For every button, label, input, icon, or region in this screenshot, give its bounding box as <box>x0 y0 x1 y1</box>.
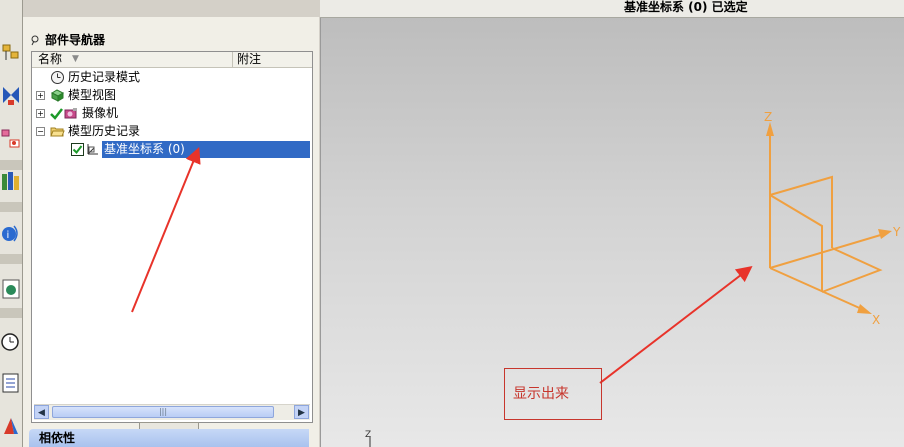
y-axis-label: Y <box>892 225 901 239</box>
scroll-right-icon[interactable]: ▶ <box>294 405 309 419</box>
datum-csys-icon <box>87 144 98 155</box>
dependencies-panel-header[interactable]: 相依性 <box>29 429 309 447</box>
part-navigator-icon[interactable] <box>1 126 21 152</box>
toolbar-separator <box>0 202 22 212</box>
history-clock-icon[interactable] <box>1 328 21 354</box>
roles-icon[interactable] <box>1 412 21 438</box>
folder-open-icon <box>50 127 65 137</box>
checkbox-checked-icon[interactable] <box>70 142 85 157</box>
status-text: 基准坐标系 (0) 已选定 <box>624 0 748 14</box>
horizontal-scrollbar[interactable]: ◀ ||| ▶ <box>34 404 310 420</box>
triad-z-label: Z <box>365 430 371 440</box>
svg-text:i: i <box>7 230 10 241</box>
navigator-header: 部件导航器 <box>29 31 105 48</box>
tree-item-label: 模型历史记录 <box>68 124 141 138</box>
scroll-thumb[interactable]: ||| <box>52 406 274 418</box>
tree-item-label: 基准坐标系 (0) <box>104 142 185 156</box>
toolbar-separator <box>0 308 22 318</box>
column-divider[interactable] <box>232 52 233 67</box>
sort-arrow-icon[interactable]: ▼ <box>72 52 79 67</box>
navigator-tree[interactable]: 名称 ▼ 附注 历史记录模式 + 模型视图 + 摄像机 − 模型历史记录 基准坐… <box>31 51 313 423</box>
graphics-viewport[interactable] <box>320 18 904 447</box>
resource-toolbar: i <box>0 0 23 447</box>
toolbar-separator <box>0 254 22 264</box>
column-headers: 名称 ▼ 附注 <box>32 52 312 68</box>
collapse-icon[interactable]: − <box>36 127 45 136</box>
z-axis-label: Z <box>764 110 772 124</box>
expand-icon[interactable]: + <box>36 91 45 100</box>
tree-item-label: 模型视图 <box>68 88 117 102</box>
camera-icon <box>64 108 77 119</box>
column-header-name[interactable]: 名称 <box>38 52 62 67</box>
scroll-left-icon[interactable]: ◀ <box>34 405 49 419</box>
web-browser-icon[interactable]: i <box>1 220 21 246</box>
model-views-icon <box>50 89 65 102</box>
checkmark-icon <box>50 108 63 120</box>
clock-icon <box>51 71 64 84</box>
tree-item-label: 摄像机 <box>82 106 119 120</box>
process-studio-icon[interactable] <box>1 370 21 396</box>
reuse-library-icon[interactable] <box>1 168 21 194</box>
annotation-text: 显示出来 <box>513 386 569 402</box>
expand-icon[interactable]: + <box>36 109 45 118</box>
tree-item-datum-csys[interactable]: 基准坐标系 (0) <box>32 141 312 158</box>
tree-item-label: 历史记录模式 <box>68 70 141 84</box>
status-bar: 基准坐标系 (0) 已选定 <box>320 0 904 18</box>
history-palette-icon[interactable] <box>1 276 21 302</box>
tree-item-cameras[interactable]: + 摄像机 <box>32 105 312 122</box>
tree-item-model-views[interactable]: + 模型视图 <box>32 87 312 104</box>
constraint-navigator-icon[interactable] <box>1 82 21 108</box>
column-header-note[interactable]: 附注 <box>237 52 261 67</box>
pin-icon[interactable] <box>29 34 41 46</box>
part-navigator-panel: 部件导航器 名称 ▼ 附注 历史记录模式 + 模型视图 + 摄像机 − 模型历史… <box>23 17 319 447</box>
assembly-navigator-icon[interactable] <box>1 40 21 66</box>
tree-item-history-mode[interactable]: 历史记录模式 <box>32 69 312 86</box>
x-axis-label: X <box>872 313 880 327</box>
tree-item-model-history[interactable]: − 模型历史记录 <box>32 123 312 140</box>
annotation-callout: 显示出来 <box>504 368 602 420</box>
navigator-title: 部件导航器 <box>45 33 106 47</box>
